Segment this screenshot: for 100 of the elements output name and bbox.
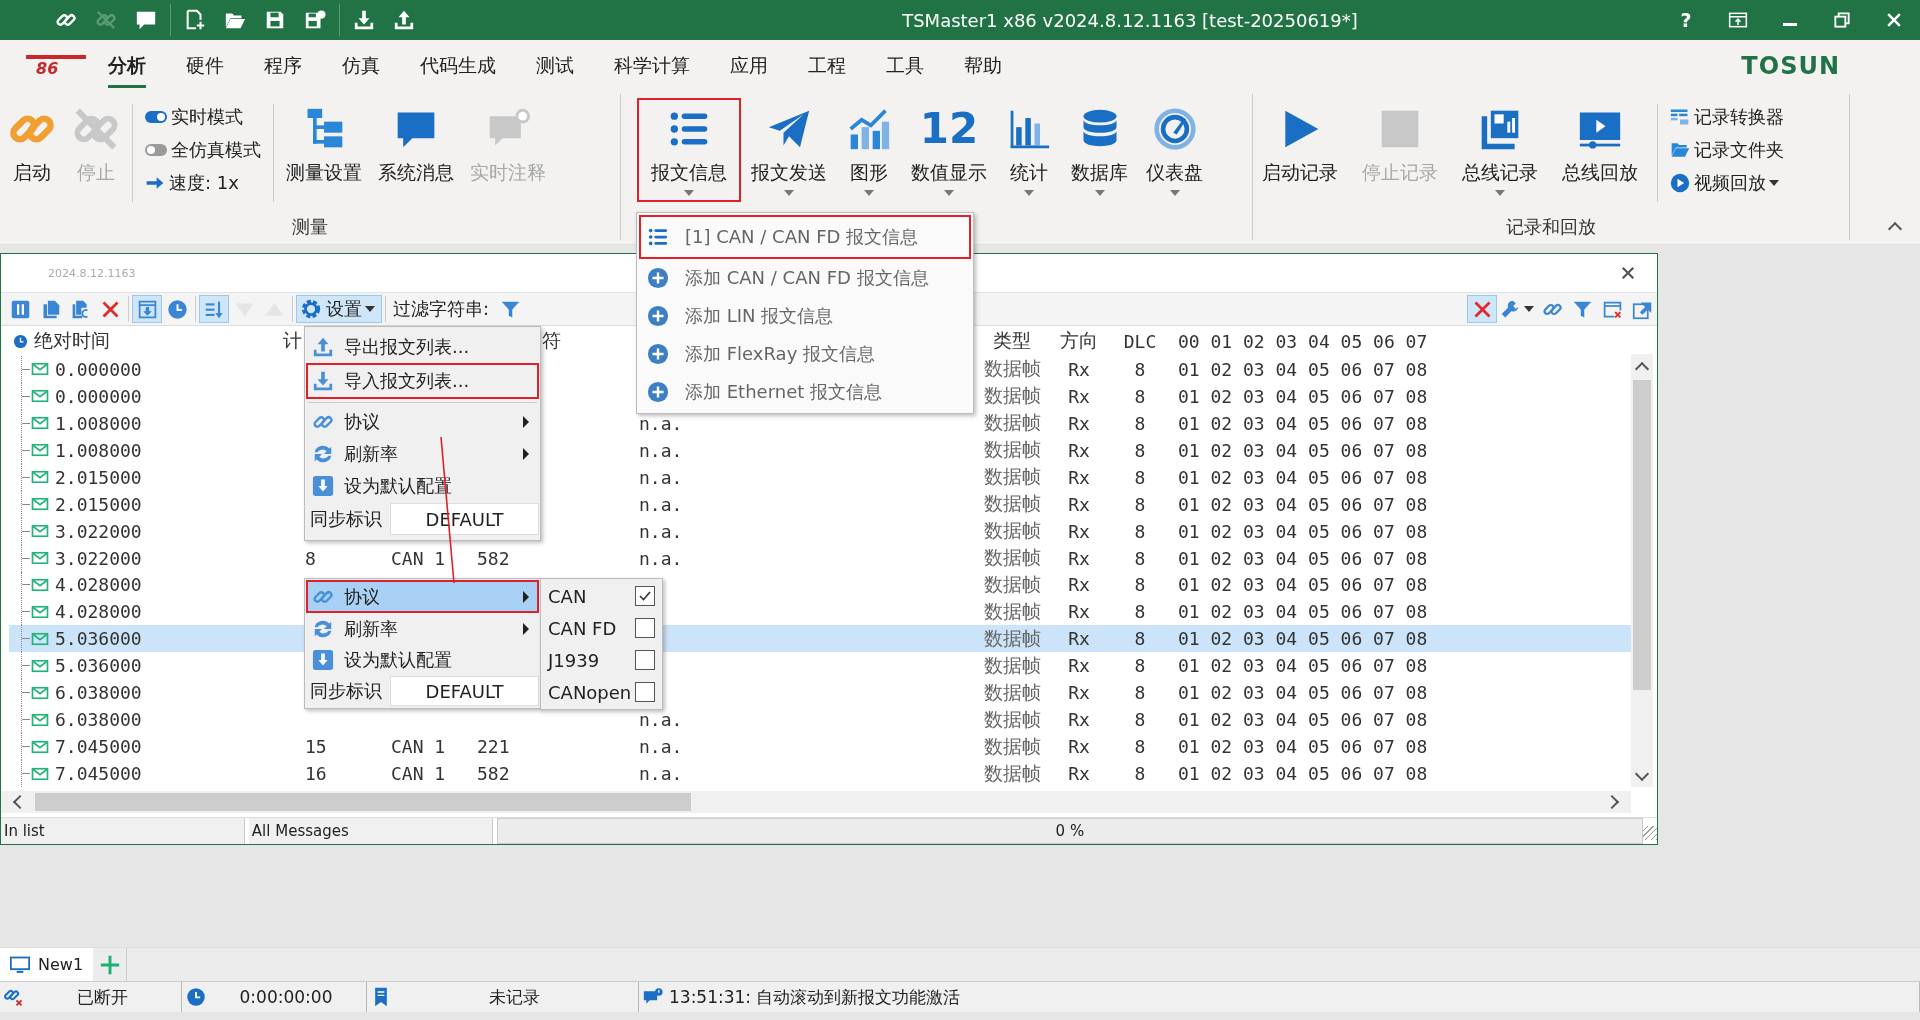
column-header: 方向 (1060, 328, 1098, 353)
table-cell: Rx (1068, 520, 1090, 542)
ribbon-button[interactable]: 测量设置 (278, 98, 370, 202)
table-cell: 8 (1134, 466, 1146, 488)
scroll-thumb[interactable] (35, 793, 691, 811)
status-text: All Messages (248, 818, 493, 844)
ribbon-button[interactable]: 数据库 (1063, 98, 1136, 202)
menu-item[interactable]: [1] CAN / CAN FD 报文信息 (639, 215, 971, 259)
menu-tab[interactable]: 硬件 (186, 44, 224, 88)
checkbox[interactable] (635, 650, 655, 670)
ribbon-button[interactable]: 统计 (997, 98, 1061, 202)
ribbon-button[interactable]: 报文发送 (743, 98, 835, 202)
menu-tab[interactable]: 应用 (730, 44, 768, 88)
vertical-scrollbar[interactable] (1631, 354, 1653, 787)
ribbon-button[interactable]: 总线记录 (1453, 98, 1547, 202)
menu-tab[interactable]: 程序 (264, 44, 302, 88)
table-cell-text: 数据帧 (983, 383, 1041, 409)
menu-item[interactable]: 导出报文列表... (306, 331, 539, 363)
scroll-thumb[interactable] (1633, 380, 1651, 690)
menu-item[interactable]: J1939 (542, 644, 661, 676)
ribbon-link[interactable]: 速度: 1x (145, 166, 261, 199)
ribbon-button[interactable]: 启动记录 (1253, 98, 1347, 202)
table-cell: 6.038000 (55, 682, 142, 704)
table-cell-text: 数据帧 (983, 733, 1041, 759)
menu-item[interactable]: CANopen (542, 676, 661, 708)
sync-id-field[interactable]: DEFAULT (390, 676, 539, 706)
table-cell: n.a. (639, 736, 683, 758)
brand-logo: TOSUN (1741, 52, 1840, 80)
table-cell: 01 02 03 04 05 06 07 08 (1178, 358, 1428, 380)
menu-tab[interactable]: 工具 (886, 44, 924, 88)
table-cell-text: 数据帧 (983, 598, 1041, 624)
menu-item[interactable]: 导入报文列表... (306, 363, 539, 399)
menu-item[interactable]: 刷新率 (306, 613, 539, 644)
menu-item[interactable]: CAN (542, 580, 661, 612)
table-cell: 01 02 03 04 05 06 07 08 (1178, 736, 1428, 758)
play-icon (1670, 172, 1690, 193)
ribbon-link[interactable]: 视频回放 (1670, 166, 1784, 199)
help-button[interactable]: ? (1660, 0, 1712, 40)
ribbon-button[interactable]: 报文信息 (637, 98, 741, 202)
menu-tab[interactable]: 帮助 (964, 44, 1002, 88)
table-cell: 7.045000 (55, 763, 142, 785)
table-cell: n.a. (639, 763, 683, 785)
ribbon-button[interactable]: 系统消息 (370, 98, 462, 202)
menu-item[interactable]: CAN FD (542, 612, 661, 644)
menu-tab[interactable]: 仿真 (342, 44, 380, 88)
table-cell-text: 数据帧 (983, 760, 1041, 786)
horizontal-scrollbar[interactable] (1, 791, 1631, 813)
toggle-switch[interactable]: 全仿真模式 (145, 133, 261, 166)
table-cell: Rx (1068, 736, 1090, 758)
table-cell: 8 (1134, 493, 1146, 515)
download-icon (353, 9, 375, 31)
ribbon-button[interactable]: 启动 (0, 98, 64, 202)
menu-item[interactable]: 设为默认配置 (306, 644, 539, 675)
menu-tab[interactable]: 科学计算 (614, 44, 690, 88)
table-cell: 2.015000 (55, 466, 142, 488)
status-text: In list (1, 818, 245, 844)
menu-tab[interactable]: 测试 (536, 44, 574, 88)
menu-item[interactable]: 添加 Ethernet 报文信息 (639, 373, 971, 411)
broken-link-icon (4, 987, 24, 1007)
save-icon (264, 9, 286, 31)
checkbox[interactable] (635, 586, 655, 606)
menu-item[interactable]: 添加 LIN 报文信息 (639, 297, 971, 335)
table-cell: 0.000000 (55, 358, 142, 380)
ribbon-link[interactable]: 记录转换器 (1670, 100, 1784, 133)
ribbon-button[interactable]: 12 数值显示 (903, 98, 995, 202)
window-title: TSMaster1 x86 v2024.8.12.1163 [test-20250619*] (901, 9, 1359, 31)
ribbon-button[interactable]: 图形 (837, 98, 901, 202)
table-cell: Rx (1068, 466, 1090, 488)
toggle-switch[interactable]: 实时模式 (145, 100, 261, 133)
table-cell: n.a. (639, 493, 683, 515)
document-tab[interactable]: New1 (0, 948, 94, 981)
menu-tab[interactable]: 代码生成 (420, 44, 496, 88)
table-cell: 8 (1134, 628, 1146, 650)
new-file-icon (184, 9, 206, 31)
menu-tab[interactable]: 分析 (108, 44, 146, 88)
submenu-arrow-icon (523, 590, 529, 603)
checkbox[interactable] (635, 682, 655, 702)
resize-grip-icon (1643, 826, 1657, 840)
ribbon-link[interactable]: 记录文件夹 (1670, 133, 1784, 166)
ribbon-button[interactable]: 仪表盘 (1138, 98, 1211, 202)
ribbon-button[interactable]: 总线回放 (1553, 98, 1647, 202)
menu-item[interactable]: 刷新率 (306, 438, 539, 470)
table-cell: Rx (1068, 385, 1090, 407)
table-cell-text: 数据帧 (983, 491, 1041, 517)
checkbox[interactable] (635, 618, 655, 638)
table-cell: 01 02 03 04 05 06 07 08 (1178, 520, 1428, 542)
menu-tab[interactable]: 工程 (808, 44, 846, 88)
table-cell-text: 数据帧 (983, 518, 1041, 544)
caret-icon (365, 306, 375, 312)
menu-item[interactable]: 协议 (306, 406, 539, 438)
table-cell: 8 (1134, 574, 1146, 596)
menu-item[interactable]: 协议 (306, 580, 539, 613)
menu-item[interactable]: 添加 CAN / CAN FD 报文信息 (639, 259, 971, 297)
clock-icon (186, 987, 206, 1007)
settings-button[interactable]: 设置 (296, 295, 382, 323)
menu-item[interactable]: 添加 FlexRay 报文信息 (639, 335, 971, 373)
caret-icon (1769, 179, 1779, 186)
group-label: 测量 (292, 215, 328, 237)
column-header: 计 (283, 328, 302, 353)
download-icon (312, 475, 334, 497)
